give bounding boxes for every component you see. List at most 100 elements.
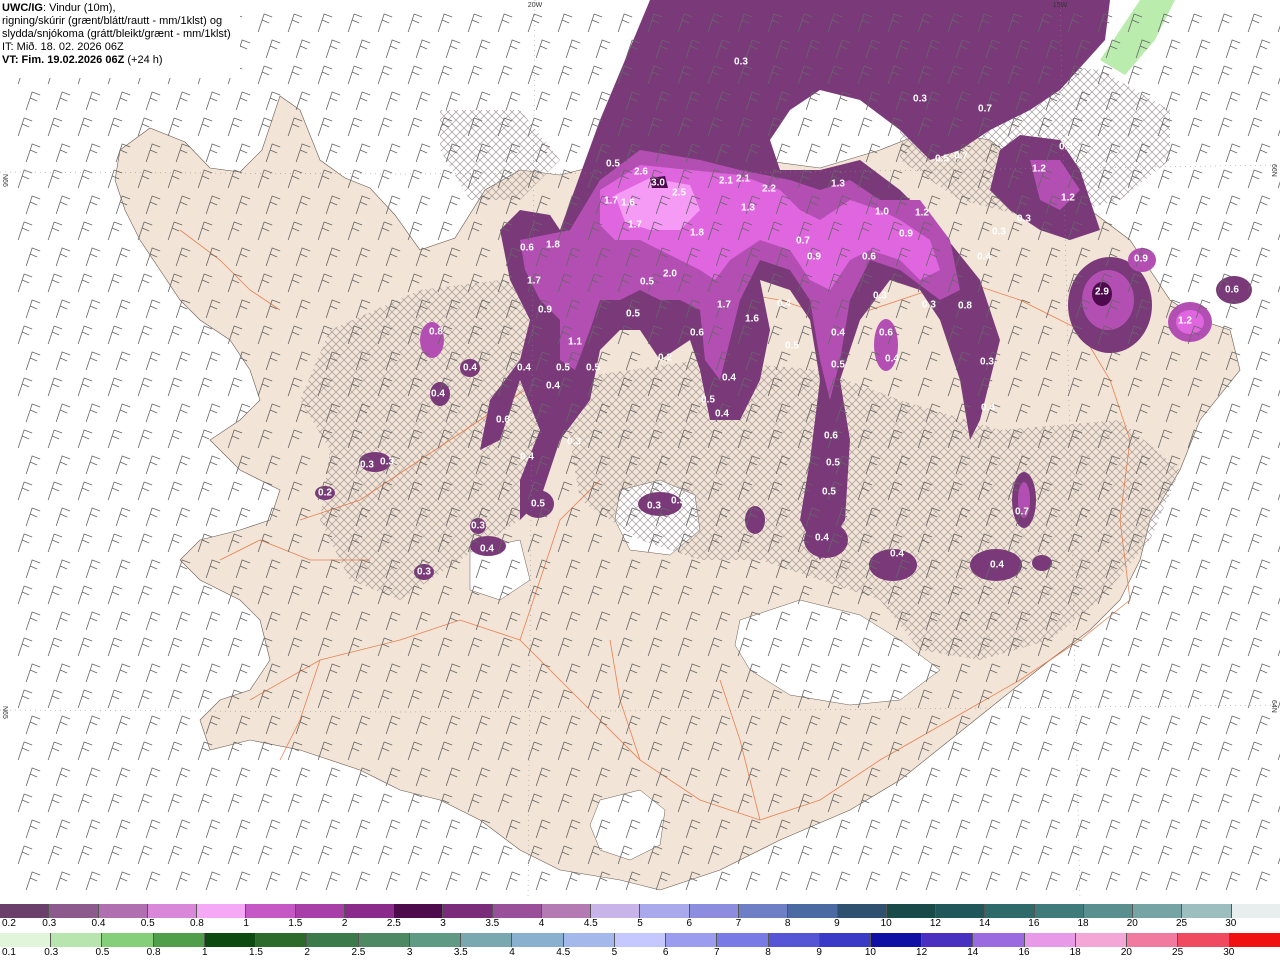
precip-value-label: 1.3	[831, 179, 845, 190]
legend-tick: 0.8	[189, 918, 204, 929]
legend-swatch	[1083, 904, 1134, 918]
precip-value-label: 0.7	[1015, 507, 1029, 518]
precip-value-label: 0.8	[429, 327, 443, 338]
legend-tick: 5	[637, 918, 643, 929]
precip-value-label: 0.6	[862, 252, 876, 263]
map-header: UWC/IG: Vindur (10m), rigning/skúrir (gr…	[0, 0, 240, 78]
precip-value-label: 0.4	[885, 354, 899, 365]
legend-tick: 5	[611, 947, 618, 958]
legend-tick: 9	[816, 947, 822, 958]
precip-value-label: 1.8	[690, 228, 704, 239]
precip-value-label: 0.5	[701, 395, 715, 406]
legend-tick: 10	[864, 947, 876, 958]
legend-tick: 3	[406, 947, 413, 958]
legend-swatch	[197, 904, 247, 918]
svg-text:N66: N66	[1, 174, 8, 187]
svg-text:66N: 66N	[1270, 164, 1277, 177]
precip-value-label: 1.7	[604, 196, 618, 207]
precip-value-label: 0.4	[815, 533, 829, 544]
legend-tick: 2.5	[351, 947, 366, 958]
valid-time: VT: Fim. 19.02.2026 06Z	[2, 54, 125, 66]
legend-tick: 14	[979, 918, 991, 929]
precip-value-label: 0.3	[380, 457, 394, 468]
precip-value-label: 1.8	[546, 240, 560, 251]
legend-tick: 16	[1018, 947, 1030, 958]
svg-text:64N: 64N	[1270, 700, 1277, 713]
legend-swatch	[153, 933, 205, 947]
legend-tick: 7	[735, 918, 742, 929]
legend-swatch	[98, 904, 148, 918]
precip-value-label: 0.8	[958, 301, 972, 312]
precip-value-label: 0.9	[899, 229, 913, 240]
legend-swatch	[640, 904, 690, 918]
legend-swatch	[788, 904, 838, 918]
precip-value-label: 0.4	[831, 328, 845, 339]
legend-tick: 4	[509, 947, 515, 958]
legend-tick: 2.5	[386, 918, 401, 929]
precip-value-label: 0.5	[586, 363, 600, 374]
svg-text:15W: 15W	[1053, 2, 1068, 9]
header-line-3: slydda/snjókoma (grátt/bleikt/grænt - mm…	[2, 28, 231, 40]
model-name: UWC/IG	[2, 2, 43, 14]
legend-swatch	[1075, 933, 1128, 947]
legend-swatch	[51, 933, 103, 947]
weather-map: 20W 15W N66 N65 66N 64N 0.3 0.3 0.7 0.5 0.7 0…	[0, 0, 1280, 900]
precip-value-label: 0.4	[1059, 142, 1073, 153]
init-time: IT: Mið. 18. 02. 2026 06Z	[2, 41, 124, 53]
precip-value-label: 0.3	[471, 521, 485, 532]
precip-value-label: 0.4	[431, 389, 445, 400]
legend-tick: 0.3	[44, 947, 59, 958]
precip-value-label: 0.3	[1017, 214, 1031, 225]
precip-value-label: 0.5	[785, 341, 799, 352]
legend-swatch	[689, 904, 739, 918]
legend-swatch	[1182, 904, 1232, 918]
legend-tick: 3.5	[485, 918, 500, 929]
legend-swatch	[985, 904, 1035, 918]
precip-value-label: 0.5	[826, 458, 840, 469]
legend-tick: 18	[1077, 918, 1089, 929]
legend-swatch	[666, 933, 718, 947]
legend-snow: 0.2 0.3 0.4 0.5 0.8 1 1.5 2 2.5 3 3.5 4 4.5 5 6 7 8 9 10 12…	[0, 902, 1280, 931]
legend-tick: 20	[1120, 947, 1132, 958]
legend-swatch	[591, 904, 641, 918]
precip-value-label: 0.4	[715, 409, 729, 420]
legend-tick: 3	[440, 918, 446, 929]
legend-swatch	[295, 904, 345, 918]
precip-value-label: 0.4	[517, 363, 531, 374]
legend-swatch	[541, 904, 592, 918]
lead-time: (+24 h)	[127, 54, 163, 66]
precip-value-label: 1.0	[875, 207, 889, 218]
legend-tick: 8	[765, 947, 771, 958]
legend-ticks-snow: 0.2 0.3 0.4 0.5 0.8 1 1.5 2 2.5 3 3.5 4 4.5 5 6 7 8 9 10 12…	[0, 918, 1280, 931]
precip-value-label: 0.4	[890, 549, 904, 560]
legend-bar-snow	[0, 904, 1280, 918]
legend-swatch	[512, 933, 564, 947]
legend-swatch	[358, 933, 410, 947]
precip-value-label: 0.3	[980, 357, 994, 368]
legend-swatch	[307, 933, 359, 947]
precip-value-label: 1.7	[717, 300, 731, 311]
precip-value-label: 0.3	[417, 567, 431, 578]
legend-swatch	[0, 933, 52, 947]
precip-value-label: 0.4	[546, 381, 560, 392]
precip-value-label: 0.9	[807, 252, 821, 263]
header-line-2: rigning/skúrir (grænt/blátt/rautt - mm/1…	[2, 15, 223, 27]
precip-value-label: 0.7	[978, 104, 992, 115]
precip-value-label: 2.2	[762, 184, 776, 195]
legend-tick: 4.5	[556, 947, 571, 958]
legend-tick: 1.5	[249, 947, 263, 958]
legend-swatch	[1133, 904, 1183, 918]
precip-value-label: 0.4	[480, 544, 494, 555]
legend-swatch	[409, 933, 462, 947]
precip-value-label: 2.0	[663, 269, 677, 280]
precip-value-label: 0.3	[567, 437, 581, 448]
legend-tick: 4.5	[583, 918, 598, 929]
legend-tick: 12	[916, 947, 928, 958]
precip-value-label: 3.0	[651, 178, 665, 189]
precip-value-label: 0.5	[831, 360, 845, 371]
legend-tick: 25	[1172, 947, 1184, 958]
precip-value-label: 0.6	[824, 431, 838, 442]
legend-swatch	[1178, 933, 1230, 947]
legend-swatch	[973, 933, 1025, 947]
precip-value-label: 0.5	[935, 154, 949, 165]
